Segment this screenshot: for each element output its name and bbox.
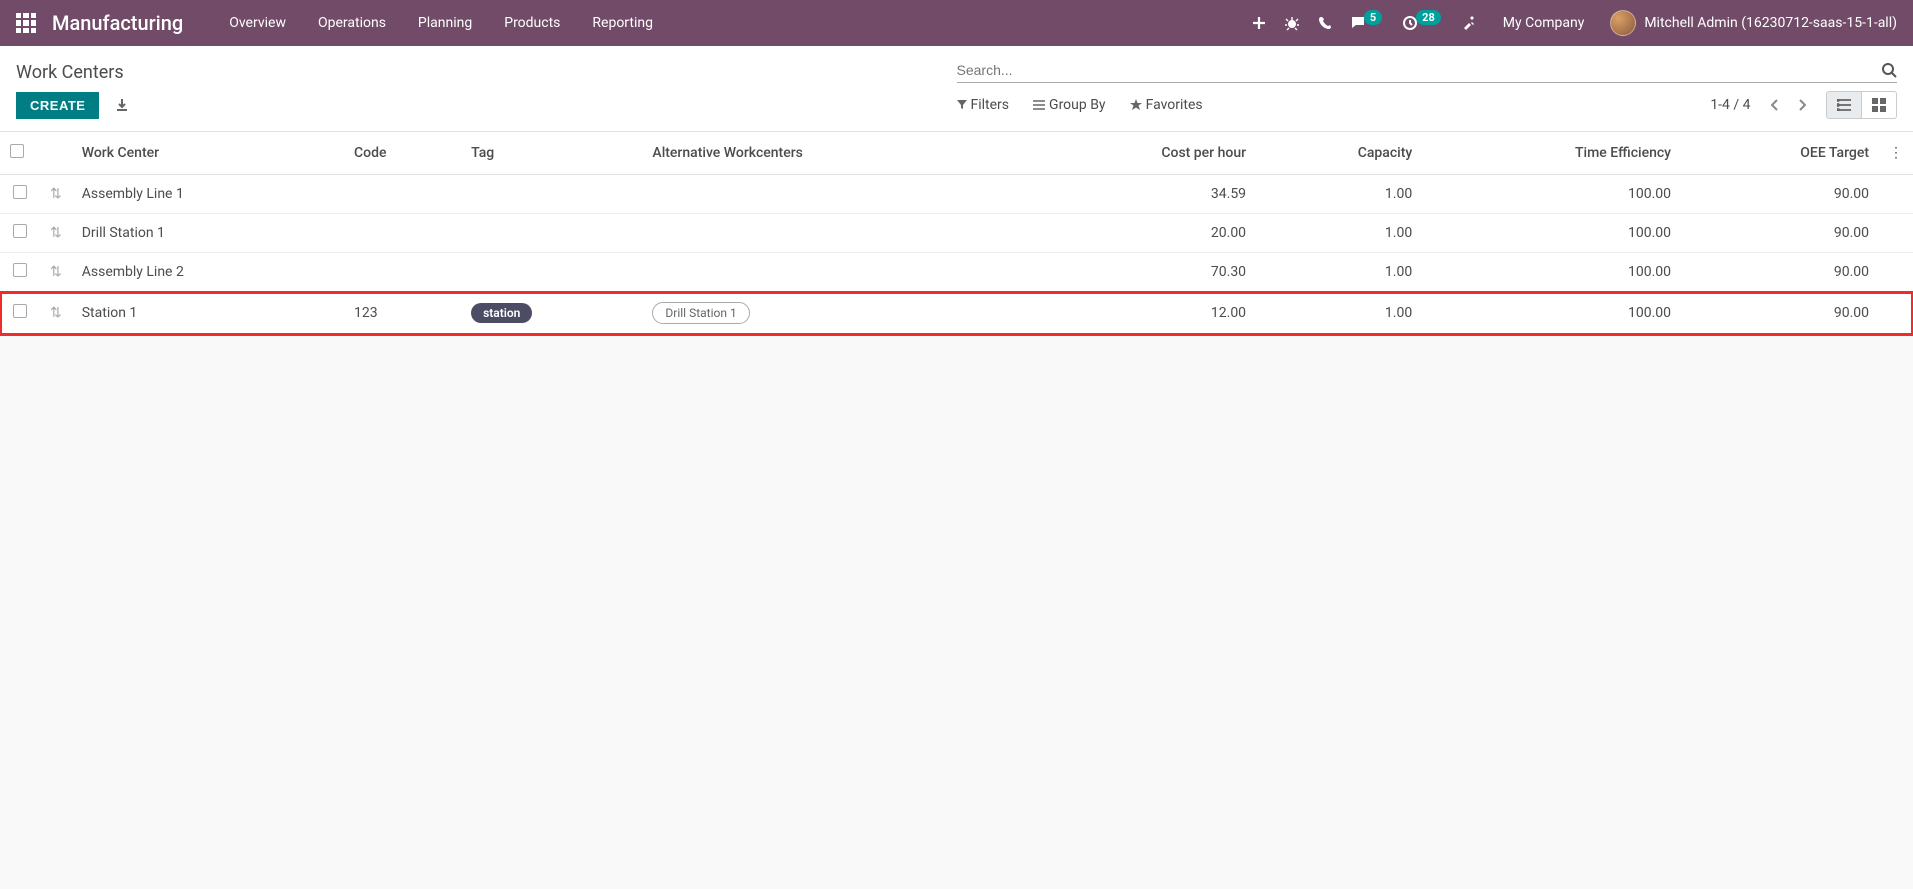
cell-oee: 90.00 [1681,175,1879,214]
drag-handle-icon[interactable]: ⇅ [50,264,62,280]
pager-next[interactable] [1790,95,1814,115]
user-name: Mitchell Admin (16230712-saas-15-1-all) [1644,15,1897,31]
cell-code [344,175,461,214]
cell-code [344,253,461,292]
apps-icon[interactable] [16,13,36,33]
messages-badge: 5 [1364,10,1382,25]
col-eff[interactable]: Time Efficiency [1422,132,1681,175]
cell-oee: 90.00 [1681,253,1879,292]
cell-eff: 100.00 [1422,292,1681,335]
activities-badge: 28 [1416,10,1441,25]
pager-prev[interactable] [1763,95,1787,115]
row-checkbox[interactable] [13,263,27,277]
cell-alt [642,253,1022,292]
cell-oee: 90.00 [1681,214,1879,253]
cell-cost: 70.30 [1023,253,1256,292]
search-bar[interactable] [957,58,1898,83]
cell-tag [461,214,642,253]
cell-cost: 12.00 [1023,292,1256,335]
table-row[interactable]: ⇅ Assembly Line 2 70.301.00100.0090.00 [0,253,1913,292]
cell-alt: Drill Station 1 [642,292,1022,335]
tools-icon[interactable] [1461,15,1477,31]
col-options-icon[interactable]: ⋮ [1879,132,1913,175]
drag-handle-icon[interactable]: ⇅ [50,305,62,321]
cell-cost: 20.00 [1023,214,1256,253]
cell-code [344,214,461,253]
cell-alt [642,214,1022,253]
messages-icon[interactable]: 5 [1350,15,1384,31]
import-icon[interactable] [111,94,133,116]
nav-planning[interactable]: Planning [402,3,488,43]
nav-overview[interactable]: Overview [213,3,302,43]
favorites-button[interactable]: Favorites [1130,97,1203,113]
cell-tag [461,253,642,292]
cell-eff: 100.00 [1422,214,1681,253]
col-name[interactable]: Work Center [72,132,344,175]
row-checkbox[interactable] [13,224,27,238]
breadcrumb: Work Centers [16,58,124,83]
table-row[interactable]: ⇅ Assembly Line 1 34.591.00100.0090.00 [0,175,1913,214]
filters-button[interactable]: Filters [957,97,1010,113]
cell-tag [461,175,642,214]
pager-counter[interactable]: 1-4 / 4 [1710,97,1750,113]
cell-name: Assembly Line 2 [72,253,344,292]
nav-reporting[interactable]: Reporting [576,3,669,43]
bug-icon[interactable] [1284,15,1300,31]
view-kanban-button[interactable] [1862,91,1897,119]
cell-capacity: 1.00 [1256,175,1422,214]
col-tag[interactable]: Tag [461,132,642,175]
col-alt[interactable]: Alternative Workcenters [642,132,1022,175]
cell-eff: 100.00 [1422,175,1681,214]
phone-icon[interactable] [1318,16,1332,30]
row-checkbox[interactable] [13,304,27,318]
cell-alt [642,175,1022,214]
cell-capacity: 1.00 [1256,292,1422,335]
create-button[interactable]: CREATE [16,92,99,119]
avatar [1610,10,1636,36]
view-list-button[interactable] [1826,91,1862,119]
row-checkbox[interactable] [13,185,27,199]
cell-name: Station 1 [72,292,344,335]
control-panel: Work Centers CREATE Filters Group [0,46,1913,132]
col-cost[interactable]: Cost per hour [1023,132,1256,175]
select-all-checkbox[interactable] [10,144,24,158]
plus-icon[interactable] [1252,16,1266,30]
cell-name: Drill Station 1 [72,214,344,253]
nav-systray: 5 28 My Company Mitchell Admin (16230712… [1252,10,1897,36]
user-menu[interactable]: Mitchell Admin (16230712-saas-15-1-all) [1610,10,1897,36]
drag-handle-icon[interactable]: ⇅ [50,186,62,202]
company-switcher[interactable]: My Company [1495,15,1593,31]
drag-handle-icon[interactable]: ⇅ [50,225,62,241]
cell-capacity: 1.00 [1256,214,1422,253]
col-code[interactable]: Code [344,132,461,175]
cell-code: 123 [344,292,461,335]
search-icon[interactable] [1881,62,1897,78]
activities-icon[interactable]: 28 [1402,15,1443,31]
cell-tag: station [461,292,642,335]
cell-oee: 90.00 [1681,292,1879,335]
cell-capacity: 1.00 [1256,253,1422,292]
table-row[interactable]: ⇅ Drill Station 1 20.001.00100.0090.00 [0,214,1913,253]
nav-menu: Overview Operations Planning Products Re… [213,3,1252,43]
main-navbar: Manufacturing Overview Operations Planni… [0,0,1913,46]
col-capacity[interactable]: Capacity [1256,132,1422,175]
col-oee[interactable]: OEE Target [1681,132,1879,175]
cell-cost: 34.59 [1023,175,1256,214]
nav-operations[interactable]: Operations [302,3,402,43]
cell-name: Assembly Line 1 [72,175,344,214]
cell-eff: 100.00 [1422,253,1681,292]
app-brand[interactable]: Manufacturing [52,11,183,35]
groupby-button[interactable]: Group By [1033,97,1106,113]
workcenter-table: Work Center Code Tag Alternative Workcen… [0,132,1913,335]
table-row[interactable]: ⇅ Station 1123stationDrill Station 112.00… [0,292,1913,335]
search-input[interactable] [957,62,1882,78]
nav-products[interactable]: Products [488,3,576,43]
